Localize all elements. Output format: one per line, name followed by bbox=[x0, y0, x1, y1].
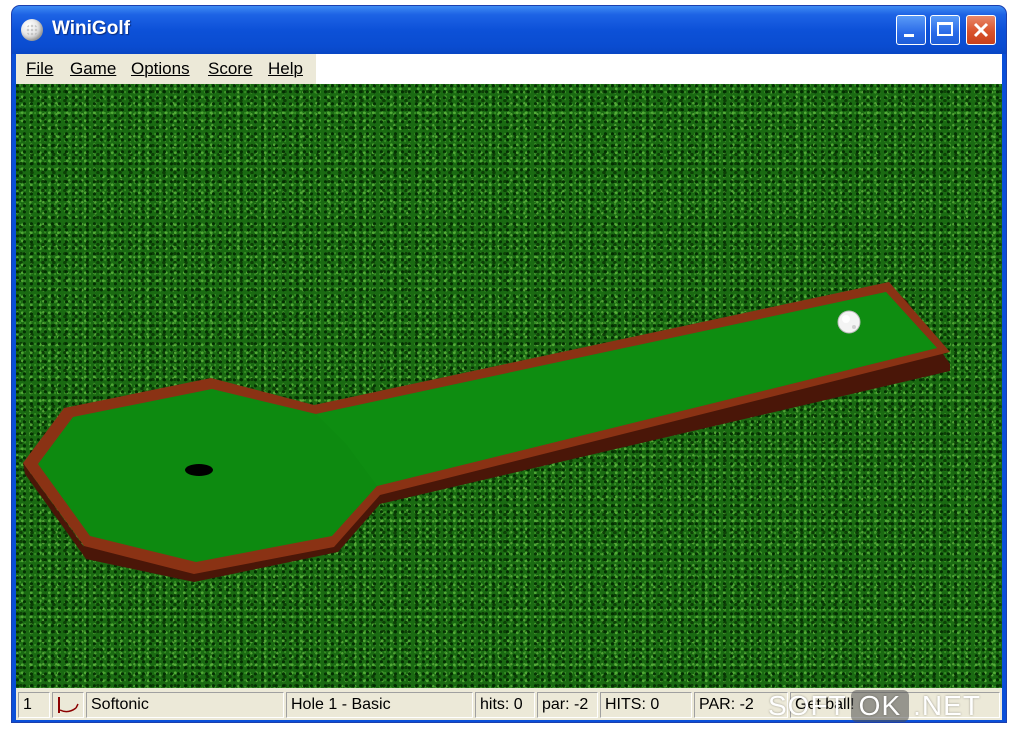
golf-hole[interactable] bbox=[185, 464, 213, 476]
menu-help[interactable]: Help bbox=[268, 59, 303, 79]
minimize-icon bbox=[904, 34, 914, 37]
menu-score[interactable]: Score bbox=[208, 59, 252, 79]
menu-bar: File Game Options Score Help bbox=[16, 54, 1002, 84]
minimize-button[interactable] bbox=[896, 15, 926, 45]
menu-bar-filler bbox=[316, 54, 1002, 84]
golf-course-canvas[interactable] bbox=[16, 84, 1002, 688]
menu-file[interactable]: File bbox=[26, 59, 53, 79]
watermark-right: .NET bbox=[913, 690, 981, 721]
golf-ball-icon bbox=[21, 19, 43, 41]
client-area: File Game Options Score Help 1 Softonic … bbox=[16, 54, 1002, 720]
golf-ball[interactable] bbox=[837, 310, 861, 334]
status-total-hits: HITS: 0 bbox=[600, 692, 692, 718]
menu-options[interactable]: Options bbox=[131, 59, 190, 79]
title-bar[interactable]: WiniGolf bbox=[12, 6, 1006, 54]
app-window: WiniGolf File Game Options Score Help 1 … bbox=[12, 6, 1006, 722]
course-drawing bbox=[23, 282, 950, 582]
status-hole: Hole 1 - Basic bbox=[286, 692, 473, 718]
watermark-left: SOFT bbox=[768, 690, 847, 721]
watermark-middle: OK bbox=[850, 690, 910, 722]
status-flag-panel bbox=[52, 692, 84, 718]
flag-icon bbox=[58, 697, 79, 713]
close-button[interactable] bbox=[966, 15, 996, 45]
status-player-number: 1 bbox=[18, 692, 50, 718]
status-hits: hits: 0 bbox=[475, 692, 535, 718]
status-player-name: Softonic bbox=[86, 692, 284, 718]
watermark: SOFT OK .NET bbox=[768, 690, 981, 730]
maximize-icon bbox=[937, 22, 953, 36]
menu-game[interactable]: Game bbox=[70, 59, 116, 79]
maximize-button[interactable] bbox=[930, 15, 960, 45]
close-icon bbox=[973, 22, 989, 38]
status-par: par: -2 bbox=[537, 692, 598, 718]
window-title: WiniGolf bbox=[52, 18, 130, 39]
